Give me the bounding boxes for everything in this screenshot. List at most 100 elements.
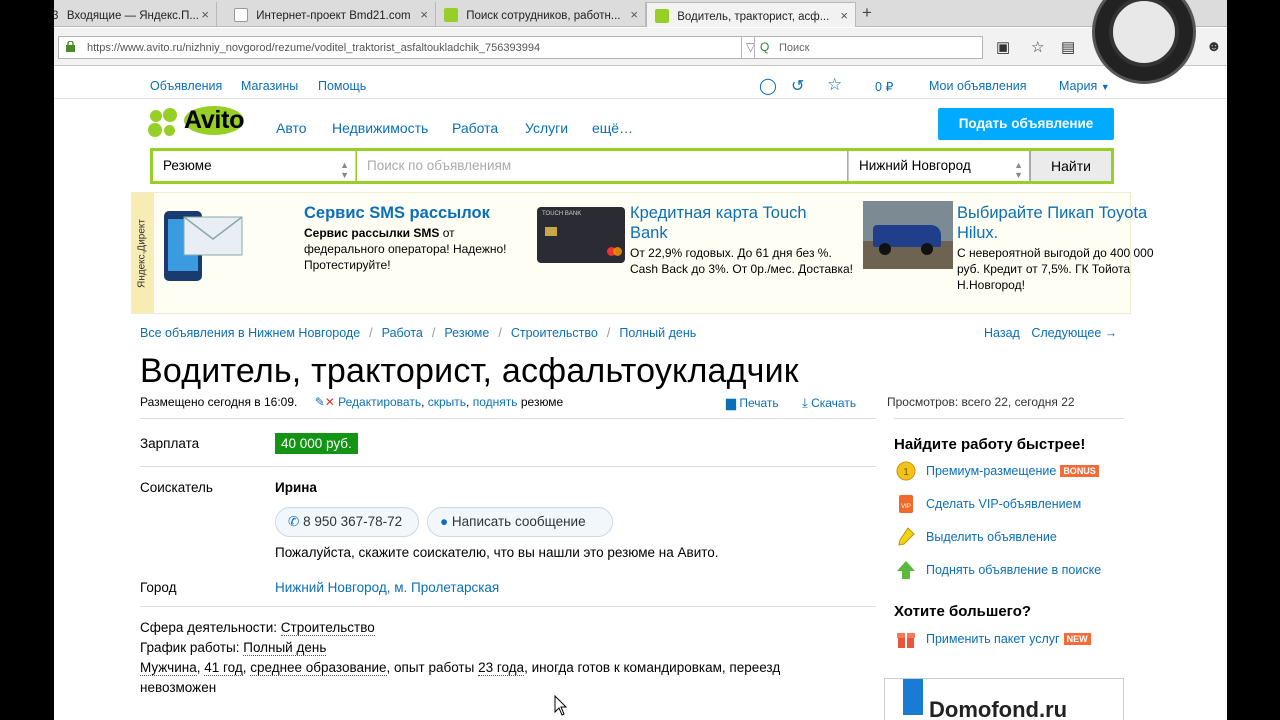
chat-icon[interactable]: ☻ [1206, 38, 1222, 55]
tab-current[interactable]: Водитель, тракторист, асф... × [646, 2, 856, 27]
city-select[interactable]: Нижний Новгород ▲ ▼ [848, 151, 1029, 181]
top-menu: Объявления Магазины Помощь ◯ ↺ ☆ 0 ₽ Мои… [54, 73, 1227, 99]
resume-word: резюме [520, 395, 564, 409]
close-icon[interactable]: × [840, 8, 848, 23]
tab-label: Водитель, тракторист, асф... [677, 11, 830, 23]
age-value[interactable]: 41 год [204, 660, 243, 676]
menu-ads[interactable]: Объявления [150, 79, 222, 93]
sphere-label: Сфера деятельности: [140, 620, 281, 635]
experience-value[interactable]: 23 года [478, 660, 525, 676]
premium-placement-link[interactable]: 1 Премиум-размещение BONUS [894, 461, 1099, 485]
schedule-value[interactable]: Полный день [243, 640, 327, 656]
svg-text:1: 1 [903, 467, 909, 478]
download-link[interactable]: Скачать [811, 396, 856, 410]
seeker-note: Пожалуйста, скажите соискателю, что вы н… [275, 545, 719, 560]
close-icon[interactable]: × [630, 7, 638, 22]
post-ad-button[interactable]: Подать объявление [938, 108, 1114, 140]
chat-bubble-icon: ● [440, 514, 449, 529]
posting-meta: Размещено сегодня в 16:09. ✎✕ Редактиров… [140, 395, 564, 409]
messages-icon[interactable]: ◯ [759, 76, 777, 96]
gender-value[interactable]: Мужчина [140, 660, 197, 676]
up-arrow-icon [897, 561, 915, 579]
menu-help[interactable]: Помощь [318, 79, 366, 93]
ad-title-touchbank[interactable]: Кредитная карта Touch Bank [630, 203, 845, 243]
breadcrumb-item[interactable]: Все объявления в Нижнем Новгороде [140, 326, 360, 340]
breadcrumb-item[interactable]: Полный день [619, 326, 696, 340]
print-link[interactable]: Печать [739, 396, 778, 410]
avito-favicon-icon [444, 8, 458, 22]
browser-search-input[interactable]: Q Поиск [754, 36, 983, 59]
print-icon[interactable]: ▆ [726, 395, 736, 410]
address-bar[interactable]: https://www.avito.ru/nizhniy_novgorod/re… [58, 36, 742, 59]
yandex-direct-label[interactable]: Яндекс.Директ [132, 193, 154, 313]
delete-icon[interactable]: ✕ [325, 395, 335, 409]
new-tab-button[interactable]: + [862, 3, 872, 23]
sphere-value[interactable]: Строительство [280, 620, 375, 636]
sidebar-heading-faster: Найдите работу быстрее! [894, 436, 1086, 453]
breadcrumb-item[interactable]: Строительство [511, 326, 598, 340]
svg-text:VIP: VIP [901, 504, 911, 510]
notifications-icon[interactable]: ↺ [791, 76, 804, 96]
sms-phone-icon[interactable] [160, 207, 246, 285]
relocation-info: невозможен [140, 680, 217, 695]
star-icon[interactable]: ☆ [1031, 38, 1044, 56]
salary-value: 40 000 руб. [275, 433, 358, 454]
chevron-down-icon: ▼ [1100, 82, 1110, 92]
ad-title-sms[interactable]: Сервис SMS рассылок [304, 203, 490, 223]
logo-dot [150, 110, 162, 122]
logo-text: Avito [184, 106, 245, 135]
city-link[interactable]: Нижний Новгород, м. Пролетарская [275, 580, 499, 595]
reading-list-icon[interactable]: ▤ [1061, 38, 1075, 56]
phone-button[interactable]: ✆ 8 950 367-78-72 [275, 507, 419, 537]
next-link[interactable]: Следующее → [1031, 326, 1117, 340]
raise-in-search-link[interactable]: Поднять объявление в поиске [894, 560, 1101, 584]
nav-realty[interactable]: Недвижимость [332, 120, 428, 136]
browser-window: 3 Входящие — Яндекс.П... × Интернет-прое… [54, 0, 1227, 720]
ad-title-toyota[interactable]: Выбирайте Пикап Toyota Hilux. [957, 203, 1172, 243]
toyota-hilux-image[interactable] [863, 201, 953, 269]
category-select[interactable]: Резюме ▲ ▼ [153, 151, 356, 181]
back-link[interactable]: Назад [984, 326, 1020, 340]
breadcrumb-item[interactable]: Резюме [444, 326, 489, 340]
tab-bmd21[interactable]: Интернет-проект Bmd21.com × [226, 2, 436, 27]
tab-search-staff[interactable]: Поиск сотрудников, работн... × [436, 2, 646, 27]
raise-link[interactable]: поднять [473, 395, 518, 409]
vip-link[interactable]: VIP Сделать VIP-объявлением [894, 494, 1081, 518]
seeker-name: Ирина [275, 480, 317, 495]
message-button[interactable]: ● Написать сообщение [427, 507, 613, 537]
credit-card-image[interactable]: TOUCH BANK [537, 207, 625, 263]
personal-info-row: Мужчина, 41 год, среднее образование, оп… [140, 660, 781, 676]
menu-my-ads[interactable]: Мои объявления [929, 79, 1027, 93]
hide-link[interactable]: скрыть [428, 395, 466, 409]
search-placeholder: Поиск [779, 42, 810, 54]
close-icon[interactable]: × [420, 7, 428, 22]
marker-icon [898, 527, 915, 546]
nav-services[interactable]: Услуги [525, 120, 568, 136]
favorites-icon[interactable]: ☆ [827, 75, 842, 95]
download-icon[interactable]: ⤓ [802, 395, 808, 410]
breadcrumb-separator: / [498, 326, 502, 340]
tab-inbox[interactable]: 3 Входящие — Яндекс.П... × [54, 2, 217, 27]
domofond-banner[interactable]: Domofond.ru [884, 678, 1124, 720]
url-text: https://www.avito.ru/nizhniy_novgorod/re… [87, 42, 541, 54]
pencil-icon[interactable]: ✎ [315, 395, 325, 409]
nav-jobs[interactable]: Работа [452, 120, 498, 136]
edit-link[interactable]: Редактировать [338, 395, 421, 409]
nav-auto[interactable]: Авто [276, 120, 307, 136]
search-input[interactable]: Поиск по объявлениям [357, 151, 847, 181]
close-icon[interactable]: × [201, 7, 209, 22]
wallet-balance[interactable]: 0 ₽ [875, 79, 893, 94]
avito-favicon-icon [655, 9, 669, 23]
city-label: Город [140, 580, 177, 595]
education-value[interactable]: среднее образование [250, 660, 387, 676]
mouse-cursor-icon [554, 695, 568, 716]
search-button[interactable]: Найти [1030, 151, 1111, 181]
highlight-link[interactable]: Выделить объявление [894, 527, 1057, 551]
nav-more[interactable]: ещё… [592, 120, 633, 136]
breadcrumb-item[interactable]: Работа [382, 326, 423, 340]
posted-time: Размещено сегодня в 16:09. [140, 395, 298, 409]
user-menu[interactable]: Мария ▼ [1059, 79, 1110, 93]
bookmark-page-icon[interactable]: ▣ [996, 38, 1010, 56]
menu-shops[interactable]: Магазины [241, 79, 298, 93]
service-package-link[interactable]: Применить пакет услуг NEW [894, 629, 1091, 653]
